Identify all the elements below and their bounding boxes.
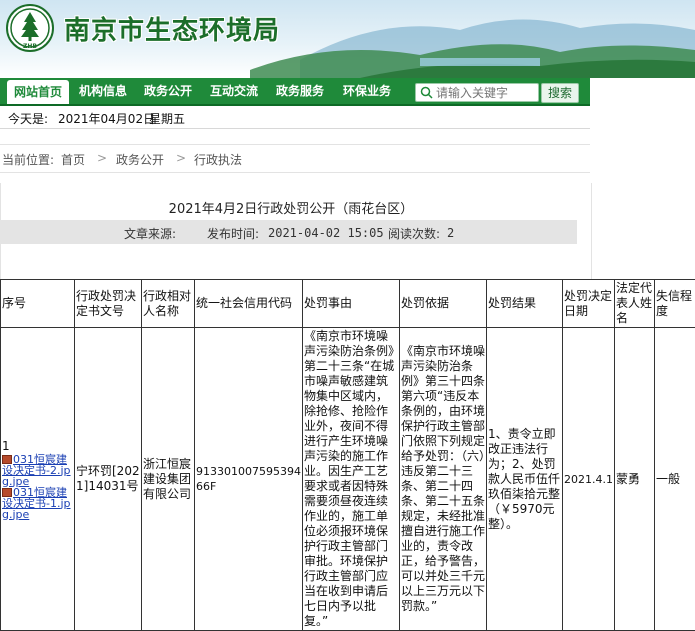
site-title: 南京市生态环境局	[64, 10, 280, 47]
nav-item-env-business[interactable]: 环保业务	[343, 78, 391, 104]
breadcrumb-prefix: 当前位置:	[2, 151, 54, 168]
cell-basis: 《南京市环境噪声污染防治条例》第三十四条第六项“违反本条例的，由环境保护行政主管…	[400, 328, 487, 631]
publish-label: 发布时间:	[207, 225, 259, 242]
nav-item-org-info[interactable]: 机构信息	[79, 78, 127, 104]
logo-text: ZHB	[23, 43, 37, 50]
header-credit-code: 统一社会信用代码	[195, 280, 303, 328]
attachment-name: 031恒宸建设决定书-1.jpg.jpe	[2, 486, 71, 521]
penalty-table: 序号 行政处罚决定书文号 行政相对人名称 统一社会信用代码 处罚事由 处罚依据 …	[0, 279, 695, 631]
header-index: 序号	[1, 280, 75, 328]
header-severity: 失信程度	[655, 280, 695, 328]
table-header-row: 序号 行政处罚决定书文号 行政相对人名称 统一社会信用代码 处罚事由 处罚依据 …	[1, 280, 695, 328]
search-button[interactable]: 搜索	[541, 83, 579, 103]
attachment-link[interactable]: 031恒宸建设决定书-1.jpg.jpe	[2, 487, 73, 520]
views-label: 阅读次数:	[388, 225, 440, 242]
header-result: 处罚结果	[487, 280, 563, 328]
breadcrumb-separator: >	[176, 151, 186, 165]
attachment-link[interactable]: 031恒宸建设决定书-2.jpg.jpe	[2, 454, 73, 487]
cell-index: 1 031恒宸建设决定书-2.jpg.jpe 031恒宸建设决定书-1.jpg.…	[1, 328, 75, 631]
header-party: 行政相对人名称	[142, 280, 195, 328]
cell-credit-code: 91330100759539466F	[195, 328, 303, 631]
date-bar: 今天是: 2021年04月02日 星期五	[0, 106, 590, 129]
search-box	[415, 83, 539, 102]
attachment-name: 031恒宸建设决定书-2.jpg.jpe	[2, 453, 71, 488]
nav-item-home[interactable]: 网站首页	[7, 80, 69, 104]
source-label: 文章来源:	[124, 225, 176, 242]
publish-time: 2021-04-02 15:05	[268, 226, 384, 240]
search-icon	[420, 86, 433, 99]
cell-legal-rep: 蒙勇	[615, 328, 655, 631]
nav-item-gov-affairs[interactable]: 政务公开	[144, 78, 192, 104]
current-date: 2021年04月02日	[58, 110, 155, 127]
nav-item-interaction[interactable]: 互动交流	[210, 78, 258, 104]
zhb-logo-icon: ZHB	[6, 4, 54, 52]
cell-doc-no: 宁环罚[2021]14031号	[75, 328, 142, 631]
nav-item-gov-services[interactable]: 政务服务	[276, 78, 324, 104]
table-row: 1 031恒宸建设决定书-2.jpg.jpe 031恒宸建设决定书-1.jpg.…	[1, 328, 695, 631]
header-basis: 处罚依据	[400, 280, 487, 328]
article-title: 2021年4月2日行政处罚公开（雨花台区）	[1, 198, 581, 217]
header-doc-no: 行政处罚决定书文号	[75, 280, 142, 328]
search-input[interactable]	[436, 84, 534, 101]
breadcrumb-home[interactable]: 首页	[61, 151, 85, 168]
views-count: 2	[447, 226, 454, 240]
cell-date: 2021.4.1	[563, 328, 615, 631]
header-banner: ZHB 南京市生态环境局	[0, 0, 695, 78]
article-meta: 文章来源: 发布时间: 2021-04-02 15:05 阅读次数: 2	[0, 220, 577, 244]
cell-severity: 一般	[655, 328, 695, 631]
breadcrumb-enforcement[interactable]: 行政执法	[194, 151, 242, 168]
current-weekday: 星期五	[149, 110, 185, 127]
header-reason: 处罚事由	[303, 280, 400, 328]
cell-party: 浙江恒宸建设集团有限公司	[142, 328, 195, 631]
date-prefix: 今天是:	[8, 110, 48, 127]
row-index: 1	[2, 439, 73, 454]
breadcrumb: 当前位置: 首页 > 政务公开 > 行政执法	[0, 144, 590, 173]
cell-reason: 《南京市环境噪声污染防治条例》第二十三条“在城市噪声敏感建筑物集中区域内，除抢修…	[303, 328, 400, 631]
header-date: 处罚决定日期	[563, 280, 615, 328]
breadcrumb-separator: >	[97, 151, 107, 165]
breadcrumb-gov-affairs[interactable]: 政务公开	[116, 151, 164, 168]
header-legal-rep: 法定代表人姓名	[615, 280, 655, 328]
cell-result: 1、责令立即改正违法行为；2、处罚款人民币伍仟玖佰柒拾元整（￥5970元整）。	[487, 328, 563, 631]
